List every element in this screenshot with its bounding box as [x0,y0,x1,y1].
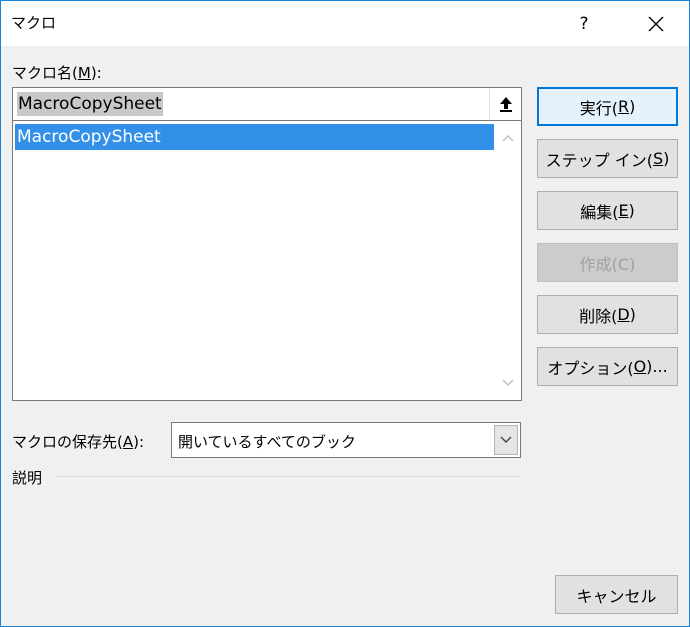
options-button[interactable]: オプション(O)... [537,347,678,386]
help-button[interactable]: ? [561,1,607,46]
create-button[interactable]: 作成(C) [537,243,678,282]
macro-name-input[interactable]: MacroCopySheet [12,87,522,121]
location-label: マクロの保存先(A): [12,433,145,451]
list-scrollbar[interactable] [494,121,521,400]
macro-name-value: MacroCopySheet [17,92,163,116]
chevron-up-icon[interactable] [501,131,515,145]
run-button[interactable]: 実行(R) [537,87,678,126]
location-value: 開いているすべてのブック [178,433,356,451]
list-item[interactable]: MacroCopySheet [15,124,494,150]
macro-name-label: マクロ名(M): [12,64,102,82]
macro-name-up-button[interactable] [489,88,521,120]
window-title: マクロ [11,14,57,32]
close-icon [648,16,664,31]
macro-list[interactable]: MacroCopySheet [12,121,522,401]
location-select[interactable]: 開いているすべてのブック [171,422,521,458]
description-divider [55,476,521,477]
cancel-button[interactable]: キャンセル [555,575,678,614]
delete-button[interactable]: 削除(D) [537,295,678,334]
location-dropdown-button[interactable] [494,425,518,455]
edit-button[interactable]: 編集(E) [537,191,678,230]
arrow-up-icon [499,97,512,112]
chevron-down-icon[interactable] [501,376,515,390]
title-bar: マクロ ? [1,1,689,46]
step-into-button[interactable]: ステップ イン(S) [537,139,678,178]
chevron-down-icon [500,436,512,443]
description-label: 説明 [12,469,43,487]
macro-dialog: マクロ ? マクロ名(M): MacroCopySheet MacroCopyS… [0,0,690,627]
help-icon: ? [579,13,589,34]
close-button[interactable] [633,1,679,46]
